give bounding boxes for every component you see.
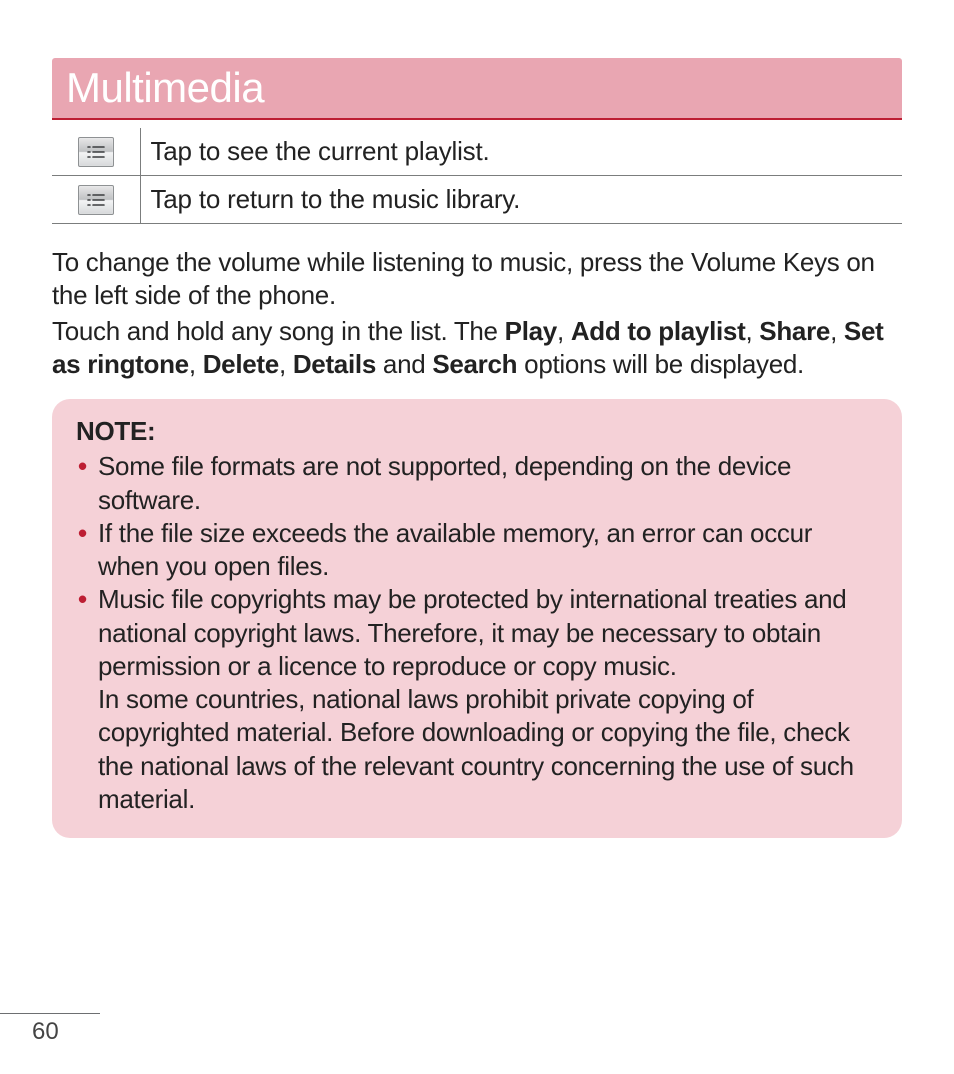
note-title: NOTE:: [76, 415, 878, 448]
text: ,: [830, 316, 844, 346]
option-play: Play: [505, 316, 557, 346]
icon-description: Tap to see the current playlist.: [140, 128, 902, 176]
text: ,: [745, 316, 759, 346]
text: Touch and hold any song in the list. The: [52, 316, 505, 346]
option-search: Search: [432, 349, 517, 379]
text: If the file size exceeds the available m…: [98, 518, 812, 581]
icon-cell: [52, 128, 140, 176]
icon-cell: [52, 176, 140, 224]
list-item: Music file copyrights may be protected b…: [76, 583, 878, 816]
paragraph: To change the volume while listening to …: [52, 246, 902, 313]
note-list: Some file formats are not supported, dep…: [76, 450, 878, 816]
text: In some countries, national laws prohibi…: [98, 683, 878, 816]
text: ,: [189, 349, 203, 379]
text: options will be displayed.: [517, 349, 804, 379]
option-details: Details: [293, 349, 376, 379]
table-row: Tap to see the current playlist.: [52, 128, 902, 176]
list-item: Some file formats are not supported, dep…: [76, 450, 878, 517]
playlist-icon: [78, 137, 114, 167]
text: and: [376, 349, 432, 379]
body-text: To change the volume while listening to …: [52, 246, 902, 381]
option-delete: Delete: [203, 349, 279, 379]
list-item: If the file size exceeds the available m…: [76, 517, 878, 584]
section-title: Multimedia: [66, 64, 888, 112]
option-share: Share: [759, 316, 830, 346]
page-number: 60: [0, 1013, 100, 1046]
text: Music file copyrights may be protected b…: [98, 584, 846, 681]
note-box: NOTE: Some file formats are not supporte…: [52, 399, 902, 838]
paragraph: Touch and hold any song in the list. The…: [52, 315, 902, 382]
icon-description: Tap to return to the music library.: [140, 176, 902, 224]
manual-page: Multimedia Tap to see the current playli…: [0, 0, 954, 1074]
library-icon: [78, 185, 114, 215]
section-header: Multimedia: [52, 58, 902, 120]
text: ,: [279, 349, 293, 379]
option-add-to-playlist: Add to playlist: [571, 316, 746, 346]
table-row: Tap to return to the music library.: [52, 176, 902, 224]
icon-description-table: Tap to see the current playlist. Tap to …: [52, 128, 902, 224]
text: ,: [557, 316, 571, 346]
text: Some file formats are not supported, dep…: [98, 451, 791, 514]
